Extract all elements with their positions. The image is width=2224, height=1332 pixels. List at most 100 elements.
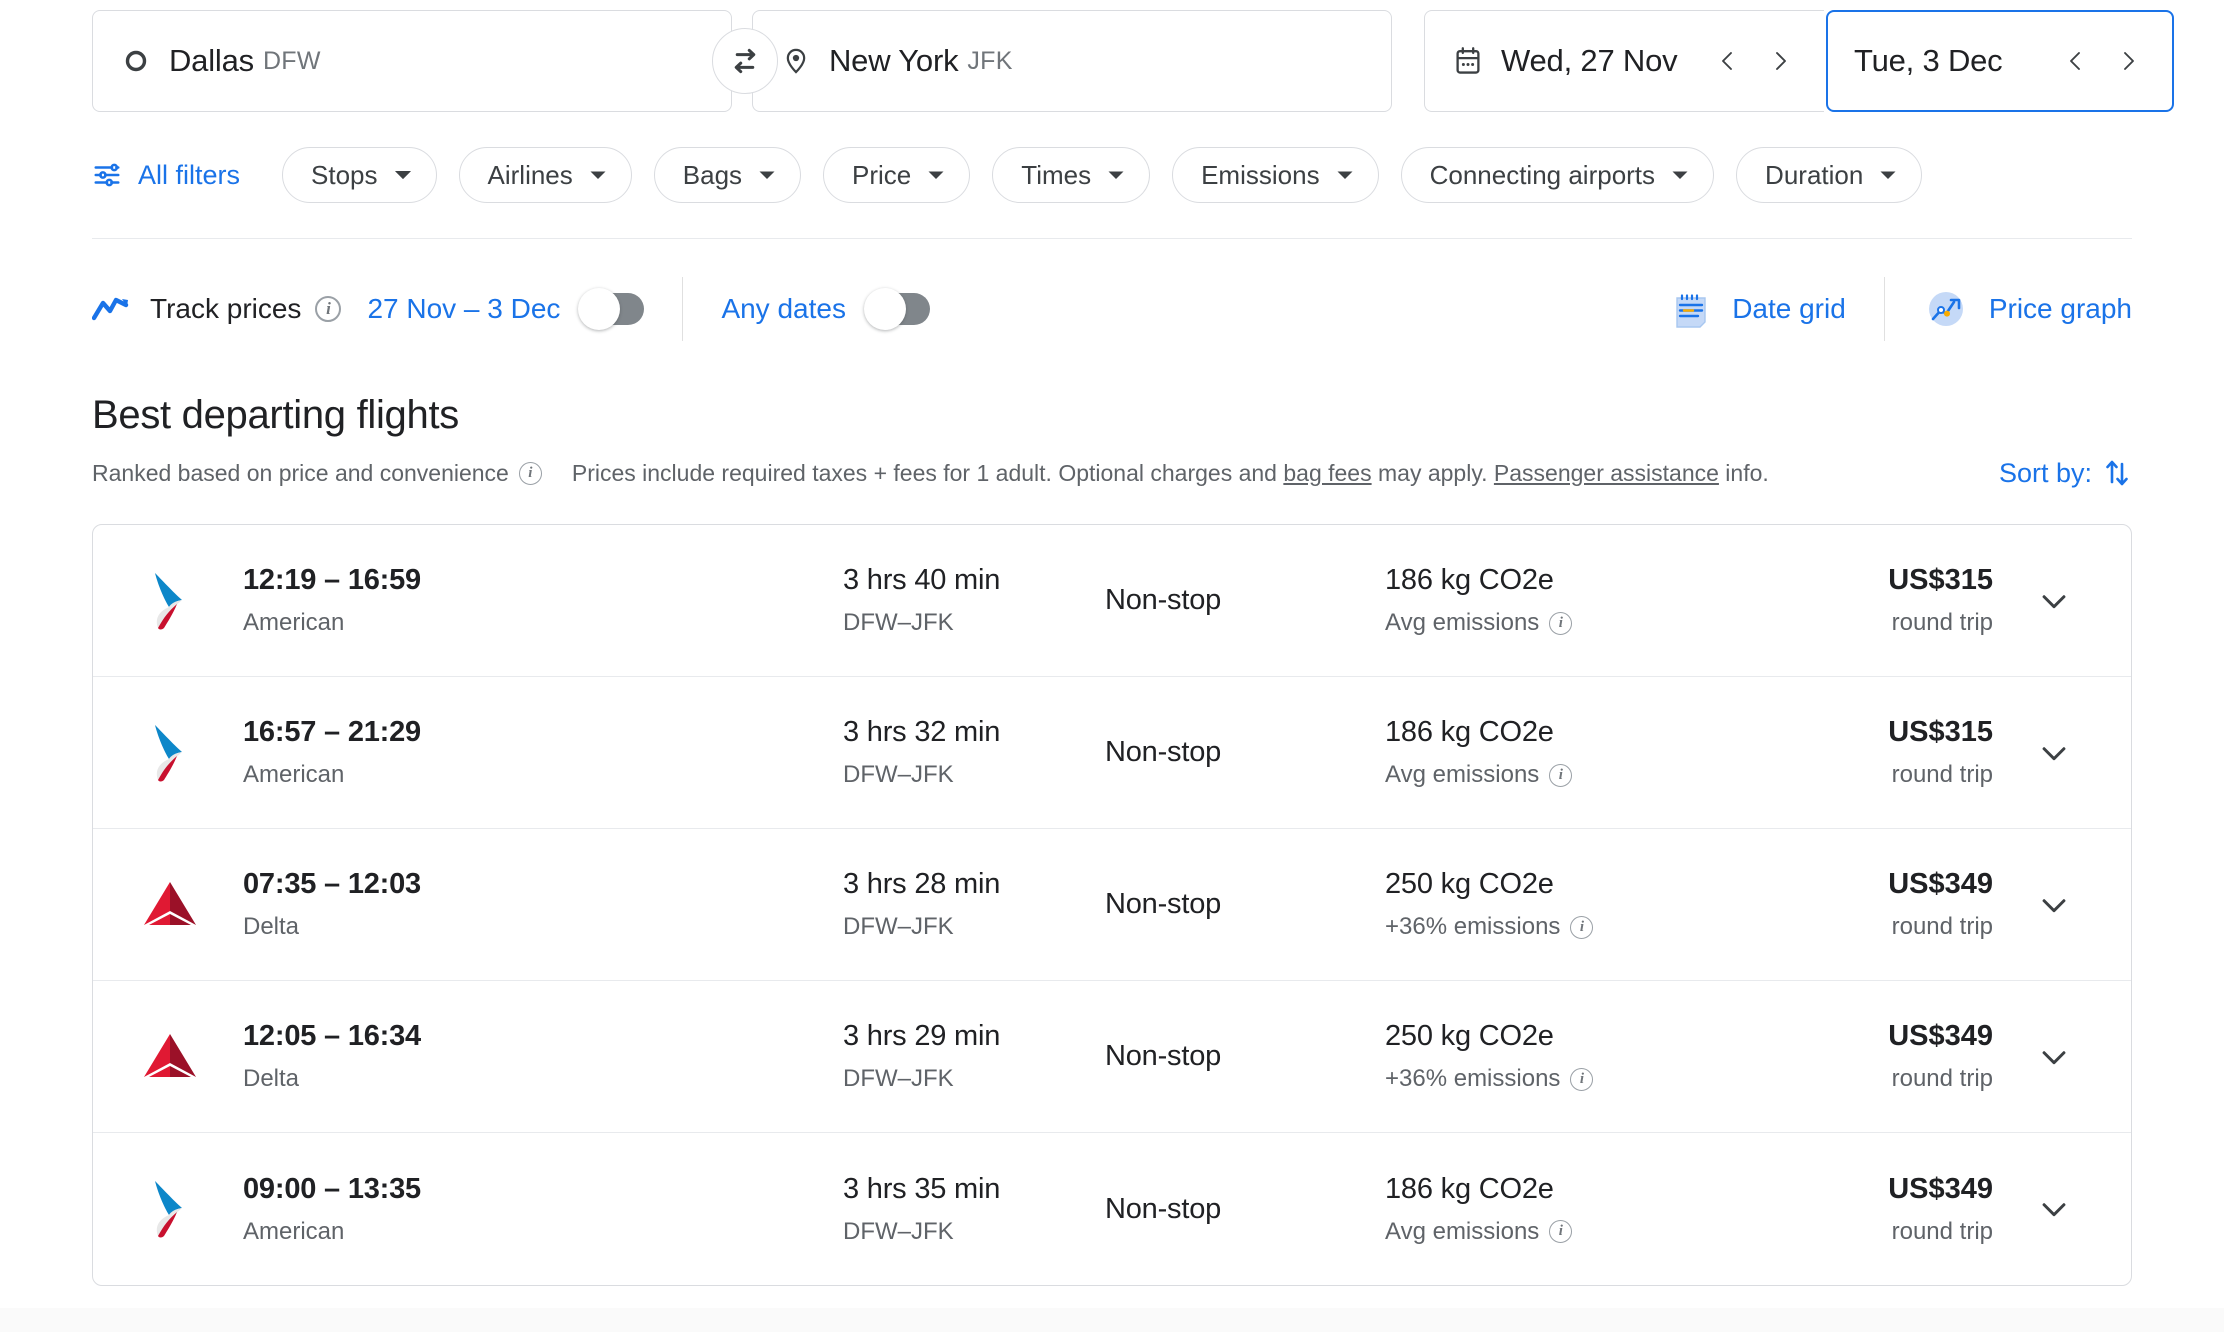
table-row[interactable]: 12:19 – 16:59 American 3 hrs 40 min DFW–… [93,525,2131,677]
flight-duration: 3 hrs 29 min [843,1020,1001,1052]
flight-time-cell: 07:35 – 12:03 Delta [243,868,843,941]
depart-prev-day-button[interactable] [1702,35,1754,87]
bag-fees-link[interactable]: bag fees [1283,460,1371,486]
expand-flight-button[interactable] [2019,584,2089,618]
date-grid-label: Date grid [1732,293,1846,324]
flight-emissions-cell: 250 kg CO2e +36% emissions i [1385,868,1825,941]
chip-times-label: Times [1021,159,1092,190]
prices-note: Prices include required taxes + fees for… [572,460,1769,487]
chip-duration[interactable]: Duration [1736,147,1923,203]
table-row[interactable]: 07:35 – 12:03 Delta 3 hrs 28 min DFW–JFK… [93,829,2131,981]
chip-times[interactable]: Times [992,147,1151,203]
origin-input[interactable]: Dallas DFW [92,10,732,112]
flight-emissions-note: +36% emissions [1385,1065,1561,1092]
flight-emissions-note: +36% emissions [1385,913,1561,940]
chevron-down-icon [1671,169,1689,181]
flight-price-note: round trip [1891,1217,1993,1245]
flight-price: US$349 [1888,1172,1993,1205]
chip-airlines[interactable]: Airlines [458,147,632,203]
track-prices-dates[interactable]: 27 Nov – 3 Dec [367,293,560,325]
flight-results-card: 12:19 – 16:59 American 3 hrs 40 min DFW–… [92,524,2132,1286]
info-icon[interactable]: i [1549,763,1573,787]
info-icon[interactable]: i [1549,1220,1573,1243]
flight-duration-cell: 3 hrs 40 min DFW–JFK [843,564,1105,637]
flight-airline: American [243,609,345,636]
depart-date-navs [1702,35,1806,87]
flight-stops: Non-stop [1105,736,1222,768]
flight-duration: 3 hrs 35 min [843,1172,1001,1205]
flight-time-cell: 12:05 – 16:34 Delta [243,1020,843,1093]
flight-emissions: 186 kg CO2e [1385,564,1554,596]
chip-connecting-airports[interactable]: Connecting airports [1400,147,1715,203]
chevron-down-icon [589,169,607,181]
info-icon[interactable]: i [315,296,342,322]
date-grid-button[interactable]: Date grid [1670,288,1846,330]
chip-stops-label: Stops [311,159,378,190]
info-icon[interactable]: i [518,461,542,485]
chevron-right-icon [1776,52,1786,70]
flight-emissions-note: Avg emissions [1385,761,1540,788]
chip-duration-label: Duration [1765,159,1864,190]
price-graph-button[interactable]: Price graph [1923,286,2132,332]
expand-flight-button[interactable] [2019,736,2089,770]
flight-times: 12:19 – 16:59 [243,564,421,596]
table-row[interactable]: 16:57 – 21:29 American 3 hrs 32 min DFW–… [93,677,2131,829]
prices-note-part-a: Prices include required taxes + fees for… [571,459,1284,486]
american-airlines-logo [139,570,201,632]
any-dates-toggle[interactable] [863,288,930,330]
expand-flight-button[interactable] [2019,1192,2089,1226]
flight-emissions-cell: 186 kg CO2e Avg emissions i [1385,564,1825,637]
flight-times: 16:57 – 21:29 [243,716,421,748]
chip-bags-label: Bags [682,159,743,190]
expand-flight-button[interactable] [2019,1040,2089,1074]
destination-input[interactable]: New York JFK [752,10,1392,112]
chevron-down-icon [1879,169,1897,181]
chevron-right-icon [2124,52,2134,70]
destination-city: New York [829,43,959,78]
flight-duration: 3 hrs 40 min [843,564,1001,596]
delta-airlines-logo [139,878,201,932]
table-row[interactable]: 09:00 – 13:35 American 3 hrs 35 min DFW–… [93,1133,2131,1285]
chip-bags[interactable]: Bags [653,147,802,203]
flight-airline: American [243,1217,345,1245]
swap-button[interactable] [712,28,778,94]
flight-price-note: round trip [1891,609,1993,636]
trend-line-icon [92,294,130,324]
return-prev-day-button[interactable] [2050,35,2102,87]
circle-outline-icon [119,44,153,78]
flight-price-cell: US$315 round trip [1825,564,2019,637]
chevron-down-icon [2042,1050,2066,1064]
return-date-navs [2050,35,2154,87]
return-date-field[interactable]: Tue, 3 Dec [1826,10,2174,112]
flight-airline: Delta [243,1065,300,1092]
flight-stops-cell: Non-stop [1105,888,1385,921]
chip-price[interactable]: Price [823,147,971,203]
depart-date-text: Wed, 27 Nov [1501,43,1678,78]
track-prices-toggle[interactable] [578,288,645,330]
all-filters-button[interactable]: All filters [92,160,240,191]
flight-route: DFW–JFK [843,761,954,788]
info-icon[interactable]: i [1549,611,1573,635]
chevron-down-icon [2042,1203,2066,1217]
chevron-down-icon [2042,746,2066,760]
info-icon[interactable]: i [1570,1067,1594,1091]
flight-emissions: 250 kg CO2e [1385,1020,1554,1052]
flight-stops: Non-stop [1105,1192,1222,1225]
toggle-knob [578,288,621,330]
chip-price-label: Price [852,159,912,190]
swap-icon [734,48,756,74]
depart-next-day-button[interactable] [1754,35,1806,87]
expand-flight-button[interactable] [2019,888,2089,922]
chip-emissions[interactable]: Emissions [1172,147,1379,203]
flight-duration: 3 hrs 32 min [843,716,1001,748]
sort-by-button[interactable]: Sort by: [1999,456,2132,490]
table-row[interactable]: 12:05 – 16:34 Delta 3 hrs 29 min DFW–JFK… [93,981,2131,1133]
depart-date-field[interactable]: Wed, 27 Nov [1424,10,1824,112]
info-icon[interactable]: i [1570,915,1594,939]
return-next-day-button[interactable] [2102,35,2154,87]
any-dates-label[interactable]: Any dates [721,293,846,325]
chip-stops[interactable]: Stops [282,147,437,203]
filter-chip-row: All filters Stops Airlines Bags Price Ti… [0,140,2224,210]
passenger-assistance-link[interactable]: Passenger assistance [1494,460,1719,486]
prices-note-part-c: info. [1718,459,1769,486]
